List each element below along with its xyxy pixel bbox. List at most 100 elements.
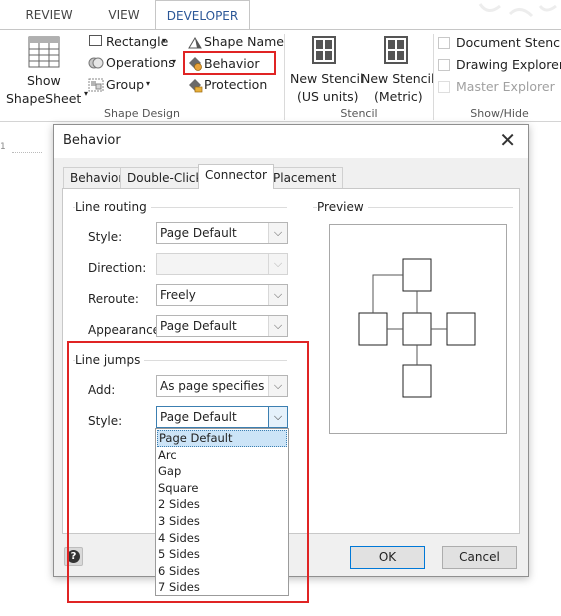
- appearance-label: Appearance:: [88, 323, 165, 337]
- dropdown-option-arc[interactable]: Arc: [157, 447, 287, 464]
- reroute-label: Reroute:: [88, 292, 139, 306]
- help-icon: ?: [67, 550, 80, 563]
- routing-style-select[interactable]: Page Default ⌵: [156, 222, 288, 244]
- protection-button[interactable]: Protection: [186, 76, 272, 95]
- stencil-icon: [384, 36, 408, 64]
- show-hide-group-label: Show/Hide: [470, 107, 529, 120]
- preview-shape: [402, 312, 432, 346]
- ribbon-tab-bar: REVIEW VIEW DEVELOPER: [0, 0, 561, 30]
- chevron-down-icon: ⌵: [268, 285, 287, 305]
- metric-label: (Metric): [374, 89, 423, 104]
- help-button[interactable]: ?: [64, 547, 83, 566]
- dropdown-option-3-sides[interactable]: 3 Sides: [157, 513, 287, 530]
- shapesheet-label: ShapeSheet: [6, 91, 82, 106]
- shape-name-icon: [188, 37, 202, 49]
- new-stencil-metric-button[interactable]: New Stencil (Metric): [360, 32, 435, 104]
- ok-button[interactable]: OK: [350, 546, 425, 569]
- shapesheet-icon: [28, 36, 60, 68]
- routing-style-value: Page Default: [160, 226, 237, 240]
- dropdown-option-7-sides[interactable]: 7 Sides: [157, 579, 287, 596]
- stencil-group-label: Stencil: [340, 107, 378, 120]
- ribbon-background-decoration: [478, 3, 557, 18]
- jumps-style-dropdown-list: Page Default Arc Gap Square 2 Sides 3 Si…: [155, 428, 289, 596]
- dropdown-option-square[interactable]: Square: [157, 480, 287, 497]
- checkbox-box: [438, 37, 450, 49]
- dropdown-option-2-sides[interactable]: 2 Sides: [157, 496, 287, 513]
- ribbon: Show ShapeSheet ▾ Rectangle ▾ Operations…: [0, 29, 561, 122]
- group-button[interactable]: Group ▾: [88, 76, 158, 95]
- line-jumps-title: Line jumps: [75, 353, 145, 367]
- preview-title: Preview: [317, 200, 368, 214]
- ruler-mark: 1: [0, 142, 6, 152]
- tab-connector[interactable]: Connector: [198, 164, 274, 189]
- document-stencil-checkbox[interactable]: Document Stencil: [438, 34, 561, 53]
- dropdown-option-4-sides[interactable]: 4 Sides: [157, 530, 287, 547]
- shape-name-label: Shape Name: [204, 34, 284, 49]
- shape-name-button[interactable]: Shape Name: [186, 33, 284, 52]
- close-icon[interactable]: ✕: [499, 129, 516, 151]
- us-units-label: (US units): [297, 89, 359, 104]
- tab-developer[interactable]: DEVELOPER: [155, 0, 250, 30]
- jumps-add-select[interactable]: As page specifies ⌵: [156, 375, 288, 397]
- new-stencil-label: New Stencil: [290, 71, 364, 86]
- tab-placement[interactable]: Placement: [266, 167, 344, 188]
- group-icon: [88, 78, 104, 92]
- chevron-down-icon: ⌵: [268, 254, 287, 274]
- protection-icon: [189, 79, 203, 93]
- dropdown-option-6-sides[interactable]: 6 Sides: [157, 563, 287, 580]
- appearance-value: Page Default: [160, 319, 237, 333]
- dialog-titlebar: Behavior ✕: [54, 125, 528, 158]
- tab-view[interactable]: VIEW: [96, 0, 152, 30]
- document-stencil-label: Document Stencil: [456, 35, 561, 50]
- chevron-down-icon: ⌵: [268, 316, 287, 336]
- tab-double-click[interactable]: Double-Click: [120, 167, 210, 188]
- reroute-select[interactable]: Freely ⌵: [156, 284, 288, 306]
- routing-style-label: Style:: [88, 230, 123, 244]
- operations-button[interactable]: Operations ▾: [88, 54, 184, 73]
- dialog-title: Behavior: [63, 133, 121, 148]
- behavior-dialog: Behavior ✕ Behavior Double-Click Connect…: [53, 124, 529, 596]
- direction-select[interactable]: ⌵: [156, 253, 288, 275]
- connector-preview-diagram: [358, 258, 476, 398]
- chevron-down-icon: ▾: [146, 79, 151, 88]
- preview-shape: [358, 312, 388, 346]
- new-stencil-us-button[interactable]: New Stencil (US units): [288, 32, 364, 104]
- operations-label: Operations: [106, 55, 175, 70]
- master-explorer-label: Master Explorer: [456, 79, 555, 94]
- jumps-style-select[interactable]: Page Default ⌵: [156, 406, 288, 428]
- operations-icon: [88, 57, 104, 69]
- chevron-down-icon: ⌵: [268, 407, 287, 427]
- drawing-explorer-checkbox[interactable]: Drawing Explorer: [438, 56, 561, 75]
- preview-shape: [402, 364, 432, 398]
- cancel-button[interactable]: Cancel: [442, 546, 517, 569]
- chevron-down-icon: ▾: [162, 36, 167, 45]
- drawing-explorer-label: Drawing Explorer: [456, 57, 561, 72]
- preview-box: [329, 224, 507, 434]
- tab-review[interactable]: REVIEW: [14, 0, 84, 30]
- dropdown-option-page-default[interactable]: Page Default: [157, 430, 287, 447]
- direction-label: Direction:: [88, 261, 147, 275]
- appearance-select[interactable]: Page Default ⌵: [156, 315, 288, 337]
- checkbox-box: [438, 59, 450, 71]
- shape-design-group-label: Shape Design: [104, 107, 180, 120]
- connector-panel: Line routing Style: Page Default ⌵ Direc…: [62, 188, 520, 534]
- preview-shape: [402, 258, 432, 292]
- master-explorer-checkbox[interactable]: Master Explorer: [438, 78, 561, 97]
- show-label: Show: [27, 73, 61, 88]
- dropdown-option-gap[interactable]: Gap: [157, 463, 287, 480]
- checkbox-box: [438, 81, 450, 93]
- rectangle-icon: [89, 35, 102, 46]
- group-label: Group: [106, 77, 145, 92]
- protection-label: Protection: [204, 77, 268, 92]
- reroute-value: Freely: [160, 288, 196, 302]
- behavior-highlight-annotation: [183, 51, 276, 75]
- jumps-add-label: Add:: [88, 383, 116, 397]
- chevron-down-icon: ⌵: [268, 376, 287, 396]
- rectangle-button[interactable]: Rectangle ▾: [88, 33, 174, 52]
- stencil-icon: [312, 36, 336, 64]
- dropdown-option-5-sides[interactable]: 5 Sides: [157, 546, 287, 563]
- preview-shape: [446, 312, 476, 346]
- rectangle-label: Rectangle: [106, 34, 169, 49]
- show-shapesheet-button[interactable]: Show ShapeSheet ▾: [6, 34, 88, 106]
- jumps-style-label: Style:: [88, 414, 123, 428]
